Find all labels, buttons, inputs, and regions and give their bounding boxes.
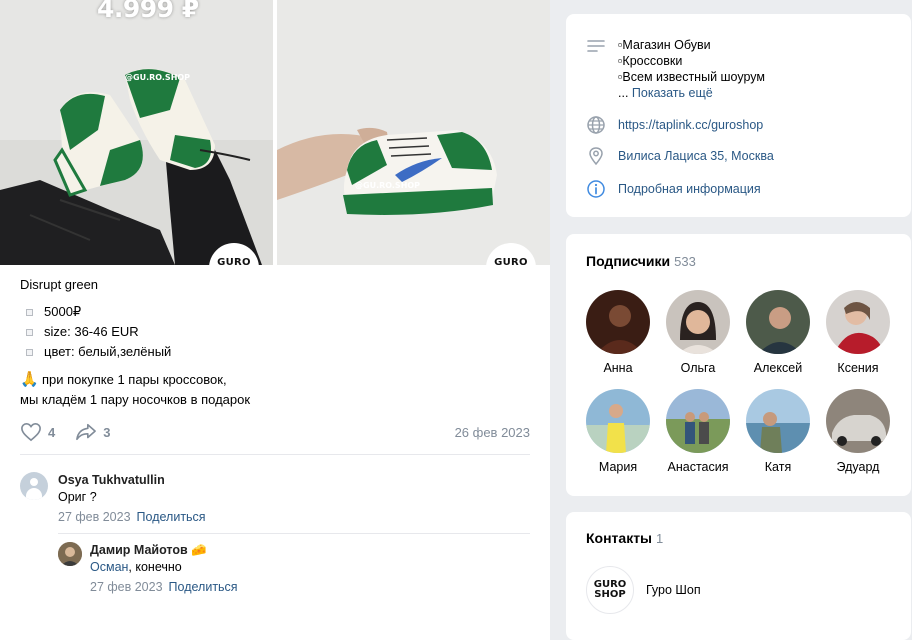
- comment-share-link[interactable]: Поделиться: [169, 580, 238, 594]
- bullet-square-icon: [26, 328, 33, 336]
- show-more-link[interactable]: Показать ещё: [632, 86, 713, 100]
- post-bullets: 5000₽ size: 36-46 EUR цвет: белый,зелёны…: [20, 302, 530, 362]
- info-details: Подробная информация: [586, 179, 761, 199]
- subscriber-item[interactable]: Мария: [578, 389, 658, 475]
- reply-mention[interactable]: Осман: [90, 560, 128, 574]
- contact-item[interactable]: GURO SHOP Гуро Шоп: [586, 566, 701, 614]
- avatar[interactable]: [58, 542, 82, 566]
- divider: [58, 533, 530, 534]
- shares-count: 3: [103, 424, 111, 440]
- subscriber-item[interactable]: Ксения: [818, 290, 898, 376]
- wall-post: @GU.RO.SHOP 4.999 ₽ @GU.RO.SHOP GURO GUR…: [0, 0, 550, 640]
- community-info-card: ▫Магазин Обуви ▫Кроссовки ▫Всем известны…: [566, 14, 911, 217]
- post-promo: 🙏 при покупке 1 пары кроссовок, мы кладём…: [20, 371, 251, 407]
- desc-line: ▫Магазин Обуви: [618, 38, 711, 52]
- divider: [20, 454, 530, 455]
- details-link[interactable]: Подробная информация: [618, 182, 761, 196]
- subscriber-item[interactable]: Катя: [738, 389, 818, 475]
- bullet-price: 5000₽: [20, 302, 530, 322]
- subscriber-item[interactable]: Анастасия: [658, 389, 738, 475]
- likes-count: 4: [48, 424, 56, 440]
- avatar: [746, 389, 810, 453]
- post-photos: @GU.RO.SHOP 4.999 ₽ @GU.RO.SHOP GURO GUR…: [0, 0, 550, 293]
- share-button[interactable]: 3: [75, 422, 110, 442]
- bullet-color: цвет: белый,зелёный: [20, 342, 530, 362]
- contact-name[interactable]: Гуро Шоп: [646, 583, 701, 597]
- bullet-square-icon: [26, 348, 33, 356]
- avatar: [826, 389, 890, 453]
- contacts-title[interactable]: Контакты 1: [586, 530, 663, 546]
- subscribers-title[interactable]: Подписчики 533: [586, 253, 696, 269]
- share-arrow-icon: [76, 423, 97, 441]
- like-button[interactable]: 4: [20, 422, 55, 442]
- info-link: https://taplink.cc/guroshop: [586, 115, 763, 135]
- avatar[interactable]: [20, 472, 48, 500]
- heart-icon: [21, 422, 41, 442]
- avatar: [666, 290, 730, 354]
- post-text: Disrupt green 5000₽ size: 36-46 EUR цвет…: [20, 276, 530, 410]
- post-title: Disrupt green: [20, 277, 99, 292]
- cheese-emoji-icon: 🧀: [191, 543, 207, 557]
- info-description: ▫Магазин Обуви ▫Кроссовки ▫Всем известны…: [586, 37, 765, 101]
- website-link[interactable]: https://taplink.cc/guroshop: [618, 118, 763, 132]
- post-photo-1[interactable]: @GU.RO.SHOP 4.999 ₽: [0, 0, 273, 265]
- avatar: [746, 290, 810, 354]
- bullet-size: size: 36-46 EUR: [20, 322, 530, 342]
- watermark-text: @GU.RO.SHOP: [125, 73, 190, 82]
- post-photo-2[interactable]: @GU.RO.SHOP: [277, 0, 550, 265]
- address-link[interactable]: Вилиса Лациса 35, Москва: [618, 149, 774, 163]
- avatar: [826, 290, 890, 354]
- globe-icon: [587, 116, 605, 134]
- info-circle-icon: [587, 180, 605, 198]
- comment-reply: Дамир Майотов 🧀 Осман, конечно 27 фев 20…: [58, 542, 530, 596]
- subscriber-item[interactable]: Эдуард: [818, 389, 898, 475]
- contacts-card: Контакты 1 GURO SHOP Гуро Шоп: [566, 512, 911, 640]
- price-overlay: 4.999 ₽: [97, 0, 199, 23]
- guro-shop-logo: GURO SHOP: [586, 566, 634, 614]
- avatar: [586, 389, 650, 453]
- comment-date[interactable]: 27 фев 2023: [90, 580, 163, 594]
- info-address: Вилиса Лациса 35, Москва: [586, 146, 774, 166]
- contacts-count: 1: [656, 531, 664, 546]
- comment-text: Осман, конечно: [90, 560, 182, 574]
- desc-line: ▫Кроссовки: [618, 54, 683, 68]
- folded-hands-icon: 🙏: [20, 371, 39, 388]
- comment-text: Ориг ?: [58, 490, 97, 504]
- post-date[interactable]: 26 фев 2023: [455, 425, 530, 440]
- comment-author[interactable]: Дамир Майотов 🧀: [90, 542, 530, 558]
- desc-line: ▫Всем известный шоурум: [618, 70, 765, 84]
- avatar: [666, 389, 730, 453]
- subscriber-item[interactable]: Анна: [578, 290, 658, 376]
- subscriber-item[interactable]: Ольга: [658, 290, 738, 376]
- comment-share-link[interactable]: Поделиться: [137, 510, 206, 524]
- post-actions: 4 3 26 фев 2023: [20, 421, 530, 443]
- comment: Osya Tukhvatullin Ориг ? 27 фев 2023 Поде…: [20, 472, 530, 526]
- comment-author[interactable]: Osya Tukhvatullin: [58, 472, 530, 488]
- avatar: [586, 290, 650, 354]
- subscribers-card: Подписчики 533 Анна Ольга Алексей Ксения …: [566, 234, 911, 496]
- location-pin-icon: [589, 147, 603, 166]
- text-lines-icon: [587, 40, 605, 52]
- watermark-text-2: @GU.RO.SHOP: [355, 181, 420, 190]
- subscribers-count: 533: [674, 254, 696, 269]
- subscriber-item[interactable]: Алексей: [738, 290, 818, 376]
- comment-date[interactable]: 27 фев 2023: [58, 510, 131, 524]
- bullet-square-icon: [26, 308, 33, 316]
